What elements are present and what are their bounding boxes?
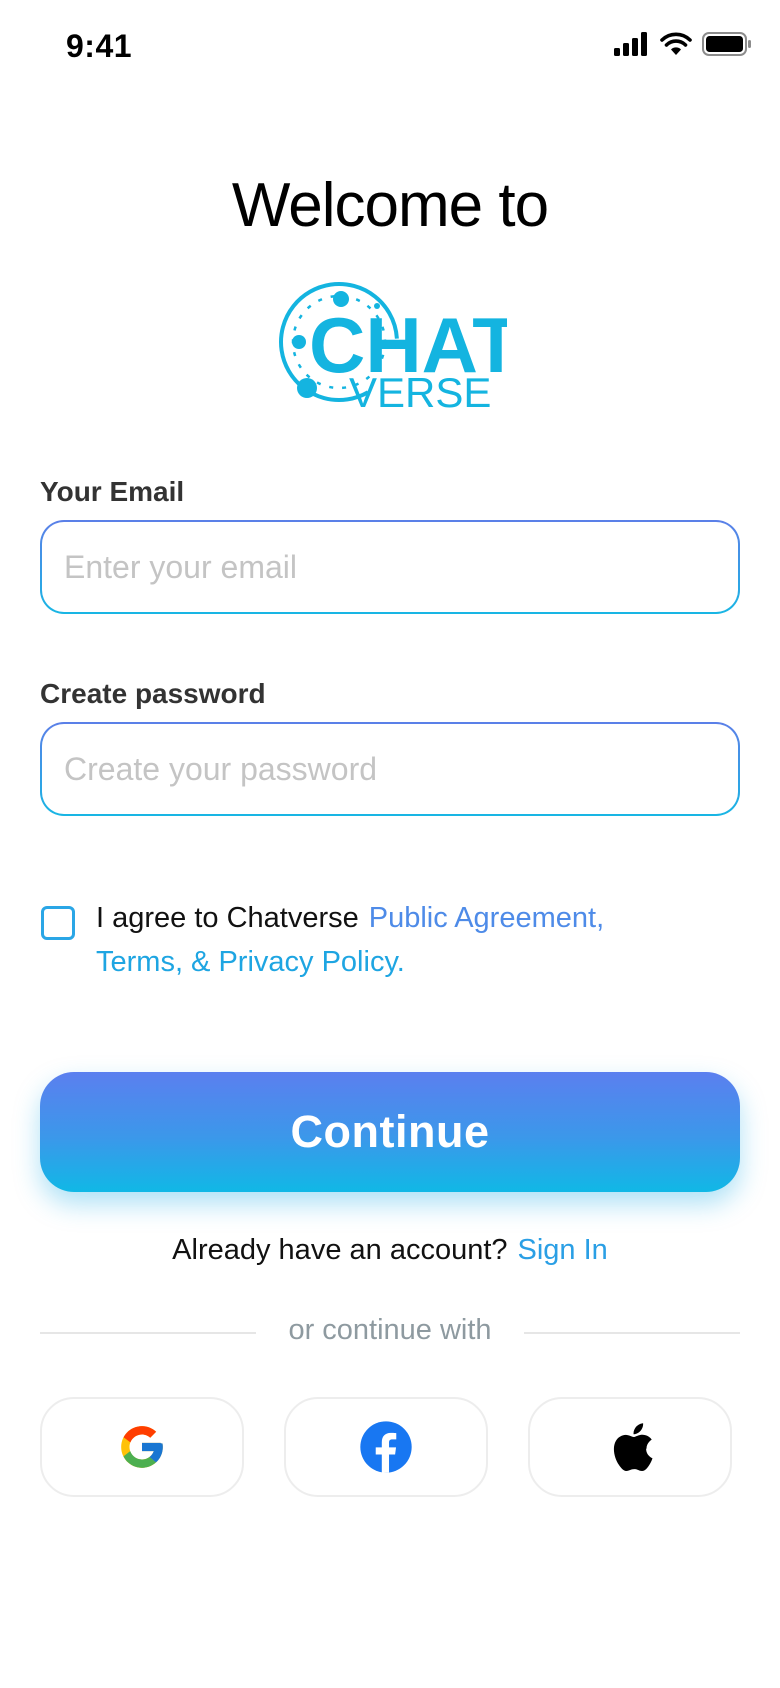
public-agreement-link[interactable]: Public Agreement,	[369, 902, 604, 934]
password-label: Create password	[40, 678, 266, 709]
continue-button[interactable]: Continue	[40, 1072, 740, 1192]
status-icons	[614, 32, 752, 56]
welcome-title: Welcome to	[231, 171, 549, 240]
google-signin-button[interactable]	[40, 1397, 244, 1497]
email-label: Your Email	[40, 476, 185, 507]
status-bar: 9:41	[0, 0, 780, 90]
apple-icon	[613, 1423, 653, 1472]
facebook-signin-button[interactable]	[284, 1397, 488, 1497]
agreement-text: I agree to Chatverse Public Agreement, Te…	[96, 896, 716, 984]
facebook-icon	[360, 1421, 412, 1473]
signin-line: Already have an account? Sign In	[0, 1234, 780, 1267]
signin-prompt: Already have an account?	[172, 1234, 508, 1266]
password-input[interactable]	[42, 724, 738, 814]
logo-text-verse: VERSE	[349, 369, 491, 412]
signin-link[interactable]: Sign In	[518, 1234, 608, 1266]
apple-signin-button[interactable]	[528, 1397, 732, 1497]
email-input[interactable]	[42, 522, 738, 612]
agreement-label: I agree to Chatverse	[96, 902, 359, 934]
status-time: 9:41	[66, 28, 133, 64]
password-field-wrapper	[40, 722, 740, 816]
or-continue-with: or continue with	[288, 1314, 492, 1346]
agree-checkbox[interactable]	[41, 906, 75, 940]
battery-icon	[702, 32, 751, 56]
google-icon	[121, 1426, 163, 1468]
terms-privacy-link[interactable]: Terms, & Privacy Policy.	[96, 946, 405, 978]
wifi-icon	[660, 32, 692, 55]
chatverse-logo: CHAT VERSE	[279, 282, 507, 412]
email-field-wrapper	[40, 520, 740, 614]
cellular-signal-icon	[614, 32, 647, 56]
